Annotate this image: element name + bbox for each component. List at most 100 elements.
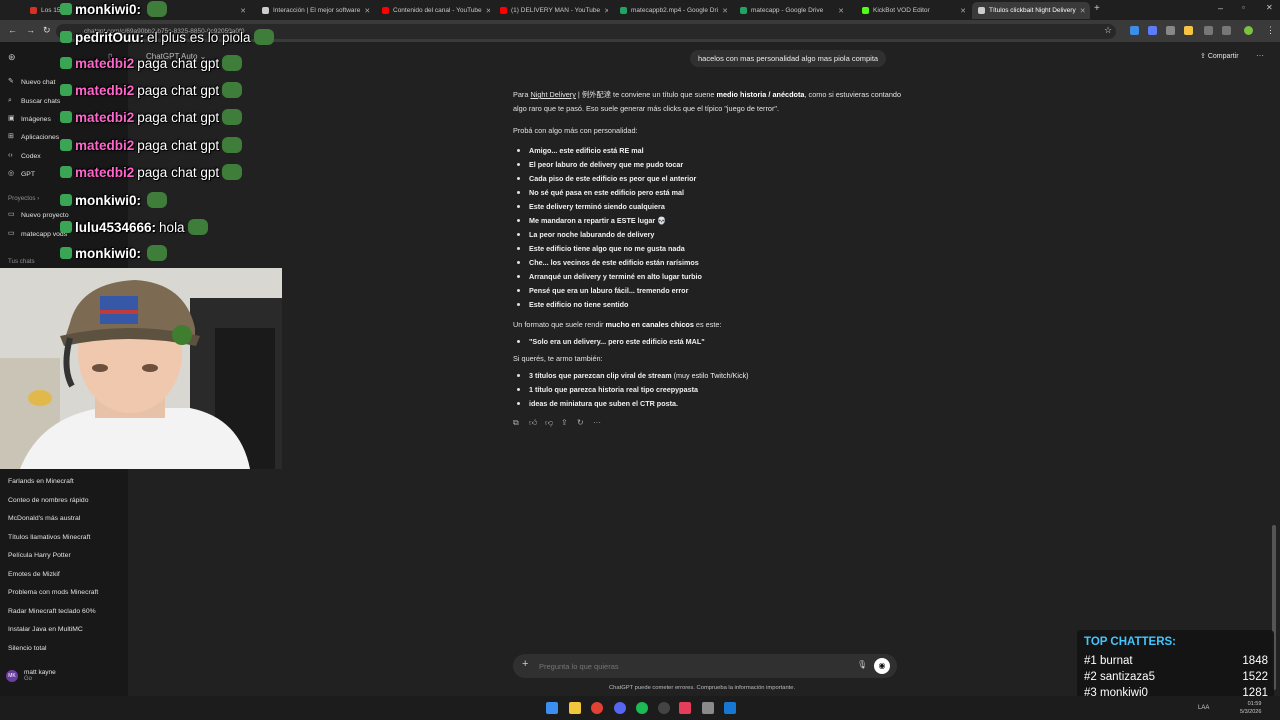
file-explorer-icon[interactable] bbox=[569, 702, 581, 714]
chat-history-item[interactable]: Títulos llamativos Minecraft bbox=[8, 534, 90, 541]
chat-history-item[interactable]: Silencio total bbox=[8, 645, 47, 652]
chat-emote-icon bbox=[187, 219, 208, 235]
sidebar-item-codex[interactable]: ‹› Codex bbox=[8, 152, 41, 160]
star-icon[interactable]: ☆ bbox=[1104, 25, 1112, 36]
sub-badge-icon bbox=[60, 139, 72, 151]
sub-badge-icon bbox=[60, 166, 72, 178]
youtube-icon bbox=[500, 7, 507, 14]
close-icon[interactable]: ✕ bbox=[838, 7, 844, 15]
language-indicator[interactable]: LAA bbox=[1198, 705, 1209, 711]
tab-5[interactable]: matecappb2.mp4 - Google Dri ✕ bbox=[614, 2, 730, 19]
capcut-icon[interactable] bbox=[679, 702, 691, 714]
sidebar-item-project[interactable]: ▭ matecapp vods bbox=[8, 230, 67, 238]
chat-history-item[interactable]: Farlands en Minecraft bbox=[8, 478, 74, 485]
user-plan: Go bbox=[24, 676, 33, 682]
chat-history-item[interactable]: Emotes de Mizkif bbox=[8, 571, 60, 578]
copy-icon[interactable]: ⧉ bbox=[513, 418, 519, 428]
chat-message-text: el plus es lo piola bbox=[147, 29, 251, 45]
chat-username: monkiwi0: bbox=[75, 1, 142, 17]
chrome-icon[interactable] bbox=[591, 702, 603, 714]
regenerate-icon[interactable]: ↻ bbox=[577, 418, 584, 427]
close-icon[interactable]: ✕ bbox=[960, 7, 966, 15]
chat-history-item[interactable]: Instalar Java en MultiMC bbox=[8, 626, 83, 633]
tab-favicon bbox=[262, 7, 269, 14]
code-icon: ‹› bbox=[8, 152, 13, 159]
browser-menu-icon[interactable]: ⋮ bbox=[1266, 25, 1275, 36]
extension-icon[interactable] bbox=[1130, 26, 1139, 35]
maximize-icon[interactable]: ▫ bbox=[1242, 3, 1245, 12]
sidebar-item-new-project[interactable]: ▭ Nuevo proyecto bbox=[8, 211, 69, 219]
projects-heading[interactable]: Proyectos › bbox=[8, 195, 39, 202]
chatgpt-logo-icon[interactable]: ⊛ bbox=[8, 52, 16, 63]
windows-start-icon[interactable] bbox=[546, 702, 558, 714]
bullet-dot bbox=[517, 247, 520, 250]
add-attachment-icon[interactable]: + bbox=[522, 658, 528, 670]
bullet-dot bbox=[517, 261, 520, 264]
thumbs-down-icon[interactable]: 👎︎ bbox=[545, 418, 553, 428]
extensions-puzzle-icon[interactable] bbox=[1222, 26, 1231, 35]
back-icon[interactable]: ← bbox=[8, 25, 17, 35]
forward-icon[interactable]: → bbox=[26, 25, 35, 35]
spotify-icon[interactable] bbox=[636, 702, 648, 714]
sidebar-item-search[interactable]: ⌕ Buscar chats bbox=[8, 97, 60, 105]
sidebar-item-images[interactable]: ▣ Imágenes bbox=[8, 115, 51, 123]
tab-8-active[interactable]: Títulos clickbait Night Delivery ✕ bbox=[972, 2, 1090, 19]
assistant-intro: Para Night Delivery | 例外配達 te conviene u… bbox=[513, 90, 902, 113]
app-icon[interactable] bbox=[724, 702, 736, 714]
prompt-input[interactable] bbox=[539, 659, 839, 673]
new-tab-button[interactable]: + bbox=[1094, 3, 1100, 14]
system-clock[interactable]: 01:59 5/3/2026 bbox=[1240, 700, 1261, 716]
reload-icon[interactable]: ↻ bbox=[43, 25, 51, 36]
sidebar-item-label: Imágenes bbox=[21, 115, 51, 123]
close-icon[interactable]: ✕ bbox=[722, 7, 728, 15]
more-options-icon[interactable]: ··· bbox=[1256, 51, 1264, 60]
close-icon[interactable]: ✕ bbox=[604, 7, 608, 15]
channel-name: Night Delivery bbox=[530, 90, 576, 99]
microphone-icon[interactable]: 🎙 bbox=[857, 660, 867, 669]
more-actions-icon[interactable]: ··· bbox=[593, 418, 601, 427]
obs-icon[interactable] bbox=[658, 702, 670, 714]
stream-chat-message: monkiwi0: bbox=[60, 1, 168, 17]
title-suggestion: Este edificio tiene algo que no me gusta… bbox=[529, 244, 685, 253]
sub-badge-icon bbox=[60, 194, 72, 206]
sidebar-item-apps[interactable]: ⊞ Aplicaciones bbox=[8, 133, 59, 141]
close-icon[interactable]: ✕ bbox=[240, 7, 246, 15]
tab-6[interactable]: matecapp - Google Drive ✕ bbox=[734, 2, 850, 19]
tab-2[interactable]: Interacción | El mejor software ✕ bbox=[256, 2, 370, 19]
share-response-icon[interactable]: ⇪ bbox=[561, 418, 568, 427]
share-button[interactable]: ⇪ Compartir bbox=[1200, 52, 1239, 60]
user-profile-button[interactable]: MK matt kayne Go bbox=[6, 669, 56, 682]
extension-icon[interactable] bbox=[1166, 26, 1175, 35]
chat-emote-icon bbox=[147, 245, 168, 261]
chat-history-item[interactable]: Película Harry Potter bbox=[8, 552, 71, 559]
close-icon[interactable]: ✕ bbox=[1080, 7, 1086, 15]
chat-history-item[interactable]: Problema con mods Minecraft bbox=[8, 589, 98, 596]
sidebar-item-new-chat[interactable]: ✎ Nuevo chat bbox=[8, 78, 55, 86]
profile-avatar[interactable] bbox=[1244, 26, 1253, 35]
bullet-dot bbox=[517, 219, 520, 222]
tab-7[interactable]: KickBot VOD Editor ✕ bbox=[856, 2, 972, 19]
stream-chat-message: matedbi2 paga chat gpt bbox=[60, 82, 243, 98]
extension-icon[interactable] bbox=[1184, 26, 1193, 35]
sidebar-item-label: Codex bbox=[21, 152, 41, 160]
close-window-icon[interactable]: ✕ bbox=[1266, 3, 1273, 12]
webcam-feed bbox=[0, 268, 282, 469]
chat-history-item[interactable]: McDonald's más austral bbox=[8, 515, 80, 522]
minimize-icon[interactable]: – bbox=[1218, 3, 1223, 13]
close-icon[interactable]: ✕ bbox=[364, 7, 370, 15]
voice-mode-button[interactable]: ◉ bbox=[874, 658, 890, 674]
chat-history-item[interactable]: Conteo de nombres rápido bbox=[8, 497, 88, 504]
tab-3[interactable]: Contenido del canal - YouTube ✕ bbox=[376, 2, 490, 19]
tab-4[interactable]: (1) DELIVERY MAN - YouTube ✕ bbox=[494, 2, 608, 19]
close-icon[interactable]: ✕ bbox=[486, 7, 490, 15]
extension-icon[interactable] bbox=[1148, 26, 1157, 35]
youtube-icon bbox=[382, 7, 389, 14]
sidebar-item-gpt[interactable]: ◎ GPT bbox=[8, 170, 35, 178]
thumbs-up-icon[interactable]: 👍︎ bbox=[529, 418, 537, 428]
chat-history-item[interactable]: Radar Minecraft teclado 60% bbox=[8, 608, 96, 615]
downloads-icon[interactable] bbox=[1204, 26, 1213, 35]
chat-emote-icon bbox=[222, 164, 243, 180]
app-icon[interactable] bbox=[702, 702, 714, 714]
discord-icon[interactable] bbox=[614, 702, 626, 714]
sub-badge-icon bbox=[60, 221, 72, 233]
